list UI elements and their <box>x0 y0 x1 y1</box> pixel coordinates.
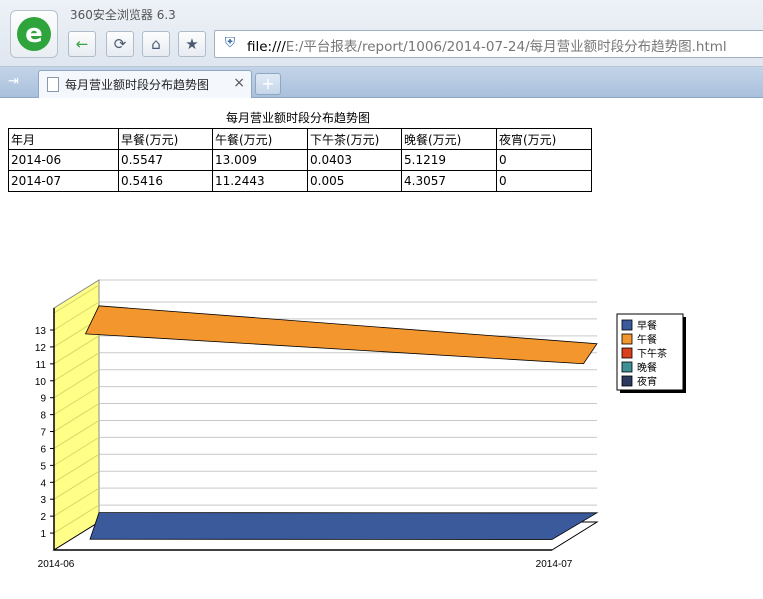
y-tick-label: 6 <box>40 444 46 455</box>
app-title: 360安全浏览器 6.3 <box>70 8 176 22</box>
y-tick-label: 12 <box>35 343 47 354</box>
legend-swatch <box>621 319 633 331</box>
series-lunch-ribbon <box>84 305 598 365</box>
y-tick-label: 11 <box>36 360 47 371</box>
document-icon <box>47 77 59 92</box>
address-bar[interactable]: ⛨ file:///E:/平台报表/report/1006/2014-07-24… <box>214 30 763 58</box>
y-tick-label: 7 <box>40 428 46 439</box>
x-tick-label: 2014-06 <box>38 559 75 570</box>
tab-bar: ⇥ 每月营业额时段分布趋势图 × + <box>0 67 763 98</box>
plus-icon: + <box>261 74 275 93</box>
back-button[interactable]: ← <box>68 31 96 57</box>
tab-close-icon[interactable]: × <box>233 75 245 91</box>
y-tick-label: 2 <box>40 512 46 523</box>
legend-swatch <box>621 375 633 387</box>
address-path: E:/平台报表/report/1006/2014-07-24/每月营业额时段分布… <box>285 39 727 55</box>
legend-swatch <box>621 361 633 373</box>
tab-report[interactable]: 每月营业额时段分布趋势图 × <box>38 70 252 98</box>
sidebar-toggle-icon[interactable]: ⇥ <box>8 73 28 91</box>
y-tick-label: 3 <box>40 495 46 506</box>
star-icon: ★ <box>185 35 199 53</box>
refresh-button[interactable]: ⟳ <box>106 31 134 57</box>
x-tick-label: 2014-07 <box>536 559 573 570</box>
favorite-button[interactable]: ★ <box>178 31 206 57</box>
legend-label: 午餐 <box>637 333 657 346</box>
address-scheme: file:/// <box>247 39 286 55</box>
y-tick-label: 4 <box>40 478 46 489</box>
series-breakfast-band <box>89 512 599 540</box>
y-tick-label: 10 <box>35 377 47 388</box>
y-tick-label: 5 <box>40 461 46 472</box>
legend-label: 早餐 <box>637 319 657 332</box>
legend-swatch <box>621 333 633 345</box>
home-icon: ⌂ <box>151 35 161 53</box>
browser-toolbar: e 360安全浏览器 6.3 ← ⟳ ⌂ ★ ⛨ file:///E:/平台报表… <box>0 0 763 67</box>
legend-label: 下午茶 <box>637 347 667 360</box>
legend-label: 晚餐 <box>637 361 657 374</box>
home-button[interactable]: ⌂ <box>142 31 170 57</box>
browser-logo-icon: e <box>17 17 51 51</box>
new-tab-button[interactable]: + <box>255 73 281 95</box>
y-tick-label: 1 <box>40 529 46 540</box>
legend-swatch <box>621 347 633 359</box>
legend-label: 夜宵 <box>637 375 657 388</box>
back-arrow-icon: ← <box>75 35 89 53</box>
y-tick-label: 8 <box>40 411 46 422</box>
trend-chart: 123456789101112132014-06 2014-07早餐午餐下午茶晚餐… <box>35 279 686 570</box>
address-url: file:///E:/平台报表/report/1006/2014-07-24/每… <box>247 35 727 55</box>
browser-logo[interactable]: e <box>10 10 58 58</box>
y-tick-label: 13 <box>35 326 47 337</box>
refresh-icon: ⟳ <box>113 35 127 53</box>
y-tick-label: 9 <box>40 394 46 405</box>
security-shield-icon: ⛨ <box>224 35 236 51</box>
page-content: 每月营业额时段分布趋势图 年月 早餐(万元) 午餐(万元) 下午茶(万元) 晚餐… <box>0 98 763 599</box>
tab-label: 每月营业额时段分布趋势图 <box>65 78 210 92</box>
